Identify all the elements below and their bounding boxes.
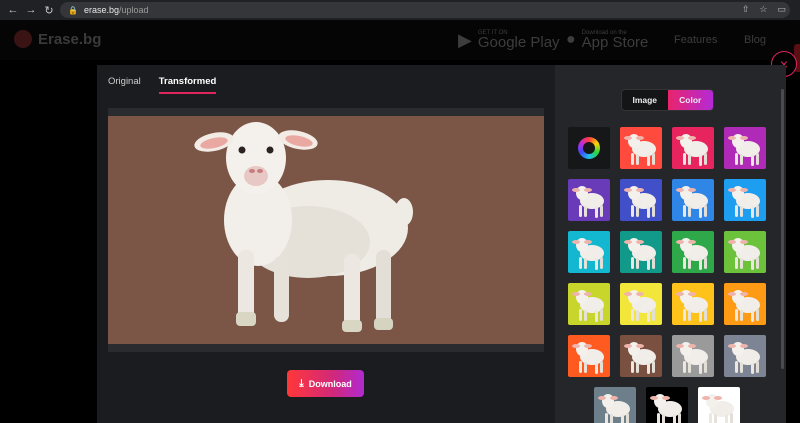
- reload-icon[interactable]: ↻: [40, 1, 58, 19]
- custom-color-picker[interactable]: [568, 127, 610, 169]
- lock-icon: 🔒: [68, 5, 78, 15]
- toggle-image-option[interactable]: Image: [622, 90, 668, 110]
- color-swatch[interactable]: [568, 179, 610, 221]
- app-store-text: App Store: [581, 34, 649, 51]
- color-swatch[interactable]: [672, 179, 714, 221]
- preview-tabs: Original Transformed: [108, 76, 217, 94]
- app-store-badge[interactable]: ● Download on the App Store: [566, 28, 648, 52]
- background-type-toggle: Image Color: [621, 89, 714, 111]
- color-swatch[interactable]: [724, 127, 766, 169]
- download-button[interactable]: ⤓ Download: [287, 370, 364, 397]
- background-picker-pane: Image Color: [555, 65, 786, 423]
- erase-logo-icon: [14, 30, 32, 48]
- google-play-badge[interactable]: ▶ GET IT ON Google Play: [458, 28, 560, 52]
- color-swatch[interactable]: [594, 387, 636, 423]
- browser-toolbar: ← → ↻ 🔒 erase.bg/upload ⇧ ☆ ▭: [0, 0, 800, 20]
- sidebar-icon[interactable]: ▭: [777, 4, 786, 15]
- apple-icon: ●: [566, 31, 576, 48]
- color-swatch[interactable]: [620, 335, 662, 377]
- color-swatch[interactable]: [646, 387, 688, 423]
- bookmark-star-icon[interactable]: ☆: [759, 4, 767, 15]
- color-swatch[interactable]: [568, 283, 610, 325]
- url-domain: erase.bg: [83, 5, 119, 15]
- forward-icon[interactable]: →: [22, 1, 40, 19]
- color-wheel-icon: [578, 137, 600, 159]
- color-swatch[interactable]: [724, 179, 766, 221]
- address-bar[interactable]: 🔒 erase.bg/upload: [60, 2, 790, 18]
- color-swatch[interactable]: [620, 127, 662, 169]
- swatch-scrollbar[interactable]: [781, 89, 784, 369]
- tab-original[interactable]: Original: [108, 76, 141, 94]
- tab-transformed[interactable]: Transformed: [158, 76, 217, 94]
- color-swatch[interactable]: [568, 231, 610, 273]
- color-swatch[interactable]: [724, 283, 766, 325]
- lamb-image: [194, 122, 413, 332]
- color-swatch[interactable]: [698, 387, 740, 423]
- color-swatch[interactable]: [672, 231, 714, 273]
- color-swatch[interactable]: [724, 335, 766, 377]
- preview-frame: [108, 108, 544, 352]
- back-icon[interactable]: ←: [4, 1, 22, 19]
- color-swatch[interactable]: [620, 283, 662, 325]
- logo-text: Erase.bg: [38, 30, 102, 48]
- nav-features-link[interactable]: Features: [674, 34, 717, 46]
- download-icon: ⤓: [299, 378, 304, 389]
- google-play-icon: ▶: [458, 29, 472, 50]
- color-swatch[interactable]: [724, 231, 766, 273]
- toggle-color-option[interactable]: Color: [667, 90, 713, 110]
- download-label: Download: [308, 378, 352, 389]
- color-swatch[interactable]: [620, 231, 662, 273]
- result-modal: Original Transformed ⤓ Download Image Co…: [97, 65, 786, 423]
- transformed-image: [108, 116, 544, 344]
- google-play-text: Google Play: [477, 34, 560, 51]
- url-path: /upload: [119, 5, 149, 15]
- share-icon[interactable]: ⇧: [742, 4, 750, 15]
- site-logo[interactable]: Erase.bg: [14, 30, 101, 48]
- site-header: Erase.bg ▶ GET IT ON Google Play ● Downl…: [0, 20, 800, 72]
- color-swatch[interactable]: [672, 127, 714, 169]
- color-swatch[interactable]: [672, 283, 714, 325]
- preview-pane: Original Transformed ⤓ Download: [97, 65, 555, 423]
- color-swatch[interactable]: [672, 335, 714, 377]
- color-swatch[interactable]: [568, 335, 610, 377]
- color-swatch[interactable]: [620, 179, 662, 221]
- nav-blog-link[interactable]: Blog: [744, 34, 766, 46]
